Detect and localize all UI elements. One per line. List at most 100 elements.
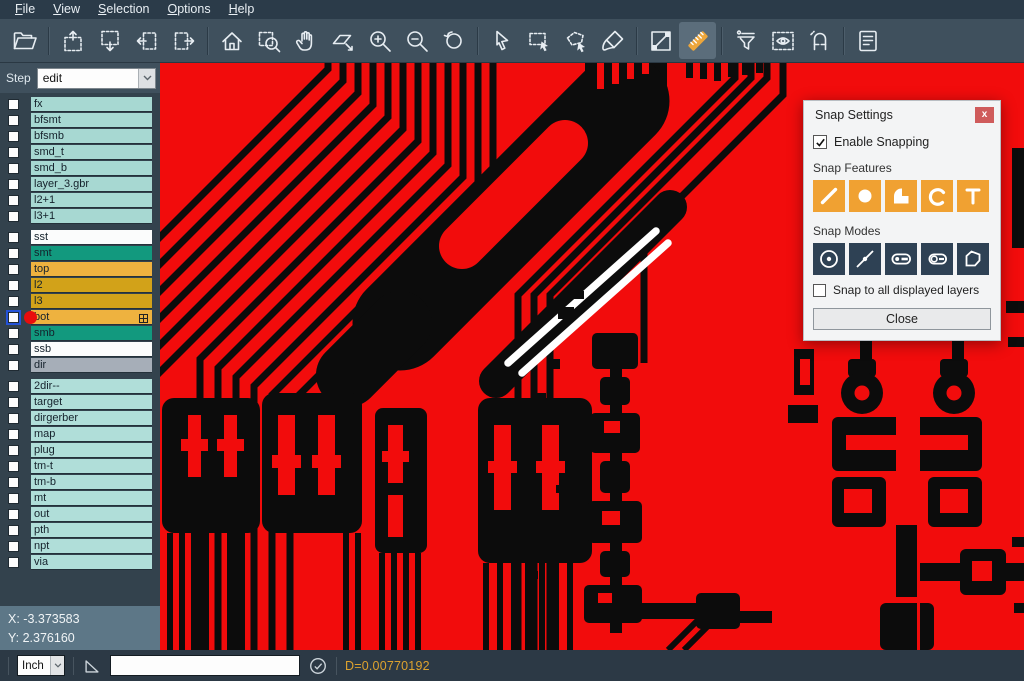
layer-row-bot[interactable]: bot (5, 310, 152, 325)
layer-name[interactable]: smt (31, 246, 152, 261)
layer-row-tm-t[interactable]: tm-t (5, 459, 152, 474)
select-button[interactable] (483, 22, 520, 59)
close-button[interactable]: Close (813, 308, 991, 330)
layer-name[interactable]: tm-t (31, 459, 152, 474)
layer-name[interactable]: ssb (31, 342, 152, 357)
layer-row-pth[interactable]: pth (5, 523, 152, 538)
snap-feature-arc-button[interactable] (921, 180, 953, 212)
pan-left-button[interactable] (128, 22, 165, 59)
menu-item-options[interactable]: Options (158, 0, 219, 19)
layer-visibility-checkbox[interactable] (8, 296, 19, 307)
layer-name[interactable]: bfsmt (31, 113, 152, 128)
select-rectangle-button[interactable] (520, 22, 557, 59)
layer-name[interactable]: bot (31, 310, 152, 325)
layer-visibility-checkbox[interactable] (8, 525, 19, 536)
layer-row-out[interactable]: out (5, 507, 152, 522)
layer-visibility-checkbox[interactable] (8, 179, 19, 190)
layer-name[interactable]: l2 (31, 278, 152, 293)
layer-name[interactable]: l3+1 (31, 209, 152, 224)
layer-name[interactable]: tm-b (31, 475, 152, 490)
layer-row-bfsmb[interactable]: bfsmb (5, 129, 152, 144)
snap-all-layers-checkbox[interactable] (813, 284, 826, 297)
layer-name[interactable]: out (31, 507, 152, 522)
layer-visibility-checkbox[interactable] (8, 211, 19, 222)
layer-row-smd_b[interactable]: smd_b (5, 161, 152, 176)
layer-row-dir[interactable]: dir (5, 358, 152, 373)
layer-row-smd_t[interactable]: smd_t (5, 145, 152, 160)
snap-mode-midpoint-button[interactable] (849, 243, 881, 275)
menu-item-view[interactable]: View (44, 0, 89, 19)
layer-visibility-checkbox[interactable] (8, 163, 19, 174)
layer-row-layer_3.gbr[interactable]: layer_3.gbr (5, 177, 152, 192)
layer-name[interactable]: smd_b (31, 161, 152, 176)
snap-mode-origin-button[interactable] (921, 243, 953, 275)
chevron-down-icon[interactable] (50, 656, 64, 675)
layer-visibility-checkbox[interactable] (8, 99, 19, 110)
layer-visibility-checkbox[interactable] (8, 541, 19, 552)
menu-item-help[interactable]: Help (220, 0, 264, 19)
layer-visibility-checkbox[interactable] (8, 232, 19, 243)
layer-row-via[interactable]: via (5, 555, 152, 570)
layer-name[interactable]: sst (31, 230, 152, 245)
layer-row-bfsmt[interactable]: bfsmt (5, 113, 152, 128)
layer-visibility-checkbox[interactable] (8, 131, 19, 142)
layer-row-l3+1[interactable]: l3+1 (5, 209, 152, 224)
layer-row-top[interactable]: top (5, 262, 152, 277)
layer-name[interactable]: plug (31, 443, 152, 458)
layer-visibility-checkbox[interactable] (8, 280, 19, 291)
open-button[interactable] (6, 22, 43, 59)
circle-check-icon[interactable] (308, 656, 328, 676)
menu-item-file[interactable]: File (6, 0, 44, 19)
dialog-titlebar[interactable]: Snap Settings x (804, 101, 1000, 127)
layer-visibility-checkbox[interactable] (8, 493, 19, 504)
zoom-in-button[interactable] (361, 22, 398, 59)
layer-name[interactable]: fx (31, 97, 152, 112)
layer-name[interactable]: bfsmb (31, 129, 152, 144)
layer-visibility-checkbox[interactable] (8, 477, 19, 488)
layer-visibility-checkbox[interactable] (8, 344, 19, 355)
layer-visibility-checkbox[interactable] (8, 328, 19, 339)
view-options-button[interactable] (764, 22, 801, 59)
zoom-out-button[interactable] (398, 22, 435, 59)
menu-item-selection[interactable]: Selection (89, 0, 158, 19)
layer-visibility-checkbox[interactable] (8, 445, 19, 456)
filter-button[interactable] (727, 22, 764, 59)
layer-row-l3[interactable]: l3 (5, 294, 152, 309)
layer-name[interactable]: top (31, 262, 152, 277)
pan-down-button[interactable] (91, 22, 128, 59)
layer-row-plug[interactable]: plug (5, 443, 152, 458)
layer-visibility-checkbox[interactable] (8, 312, 19, 323)
snap-mode-end-button[interactable] (885, 243, 917, 275)
snap-all-layers-row[interactable]: Snap to all displayed layers (813, 283, 991, 297)
layer-visibility-checkbox[interactable] (8, 264, 19, 275)
layer-name[interactable]: dir (31, 358, 152, 373)
layer-name[interactable]: via (31, 555, 152, 570)
home-view-button[interactable] (213, 22, 250, 59)
enable-snapping-row[interactable]: Enable Snapping (813, 135, 991, 149)
layer-visibility-checkbox[interactable] (8, 248, 19, 259)
pan-right-button[interactable] (165, 22, 202, 59)
select-polygon-button[interactable] (557, 22, 594, 59)
layer-name[interactable]: smb (31, 326, 152, 341)
layer-name[interactable]: npt (31, 539, 152, 554)
layer-row-npt[interactable]: npt (5, 539, 152, 554)
layer-name[interactable]: pth (31, 523, 152, 538)
zoom-object-button[interactable] (324, 22, 361, 59)
snap-mode-vertex-button[interactable] (957, 243, 989, 275)
layer-name[interactable]: smd_t (31, 145, 152, 160)
snap-mode-center-button[interactable] (813, 243, 845, 275)
layer-row-l2+1[interactable]: l2+1 (5, 193, 152, 208)
snap-button[interactable] (801, 22, 838, 59)
layer-row-ssb[interactable]: ssb (5, 342, 152, 357)
dialog-close-button[interactable]: x (975, 107, 994, 123)
layer-name[interactable]: target (31, 395, 152, 410)
layer-visibility-checkbox[interactable] (8, 397, 19, 408)
zoom-window-button[interactable] (250, 22, 287, 59)
layer-name[interactable]: l2+1 (31, 193, 152, 208)
snap-feature-text-button[interactable] (957, 180, 989, 212)
layer-row-mt[interactable]: mt (5, 491, 152, 506)
snap-feature-line-button[interactable] (813, 180, 845, 212)
enable-snapping-checkbox[interactable] (813, 135, 827, 149)
layer-name[interactable]: 2dir-- (31, 379, 152, 394)
layer-row-target[interactable]: target (5, 395, 152, 410)
